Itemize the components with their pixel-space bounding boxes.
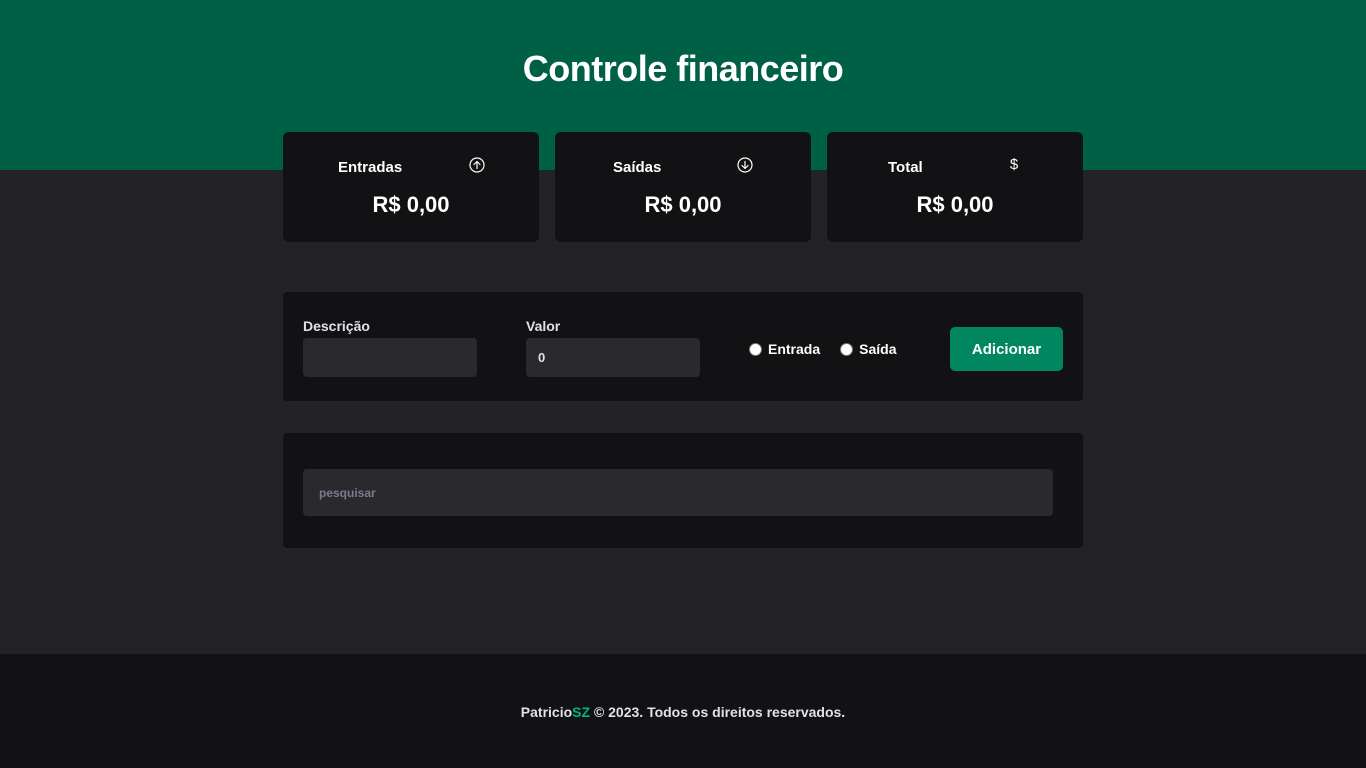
description-input[interactable] [303, 338, 477, 377]
footer-brand-accent: SZ [572, 704, 591, 720]
radio-saida-label: Saída [859, 341, 897, 357]
total-card-value: R$ 0,00 [916, 192, 994, 217]
add-button[interactable]: Adicionar [950, 327, 1063, 371]
arrow-circle-up-icon [469, 157, 485, 173]
dollar-icon: $ [1009, 155, 1019, 173]
footer: PatricioSZ © 2023. Todos os direitos res… [0, 654, 1366, 768]
income-card-value: R$ 0,00 [372, 192, 450, 217]
amount-input[interactable] [526, 338, 700, 377]
expense-card-value: R$ 0,00 [644, 192, 722, 217]
income-card-label: Entradas [338, 159, 403, 176]
footer-brand-primary: Patricio [520, 704, 573, 720]
total-card-label: Total [888, 159, 923, 176]
transaction-form: Descrição Valor Entrada Saída Adicionar [283, 292, 1083, 401]
arrow-circle-down-icon [737, 157, 753, 173]
search-panel [283, 433, 1083, 548]
search-input[interactable] [303, 469, 1053, 516]
income-card: Entradas R$ 0,00 [283, 132, 539, 242]
footer-copyright: PatricioSZ © 2023. Todos os direitos res… [0, 704, 1366, 720]
transaction-type-group: Entrada Saída [749, 341, 896, 357]
radio-entrada[interactable]: Entrada [749, 341, 820, 357]
radio-saida-indicator[interactable] [840, 342, 854, 356]
expense-card: Saídas R$ 0,00 [555, 132, 811, 242]
total-card: Total $ R$ 0,00 [827, 132, 1083, 242]
description-label: Descrição [303, 318, 370, 334]
radio-saida[interactable]: Saída [840, 341, 896, 357]
footer-rights-text: © 2023. Todos os direitos reservados. [593, 704, 846, 720]
expense-card-label: Saídas [613, 159, 662, 176]
radio-entrada-label: Entrada [768, 341, 821, 357]
radio-entrada-indicator[interactable] [749, 342, 762, 356]
amount-label: Valor [526, 318, 561, 334]
page-title: Controle financeiro [522, 48, 844, 89]
